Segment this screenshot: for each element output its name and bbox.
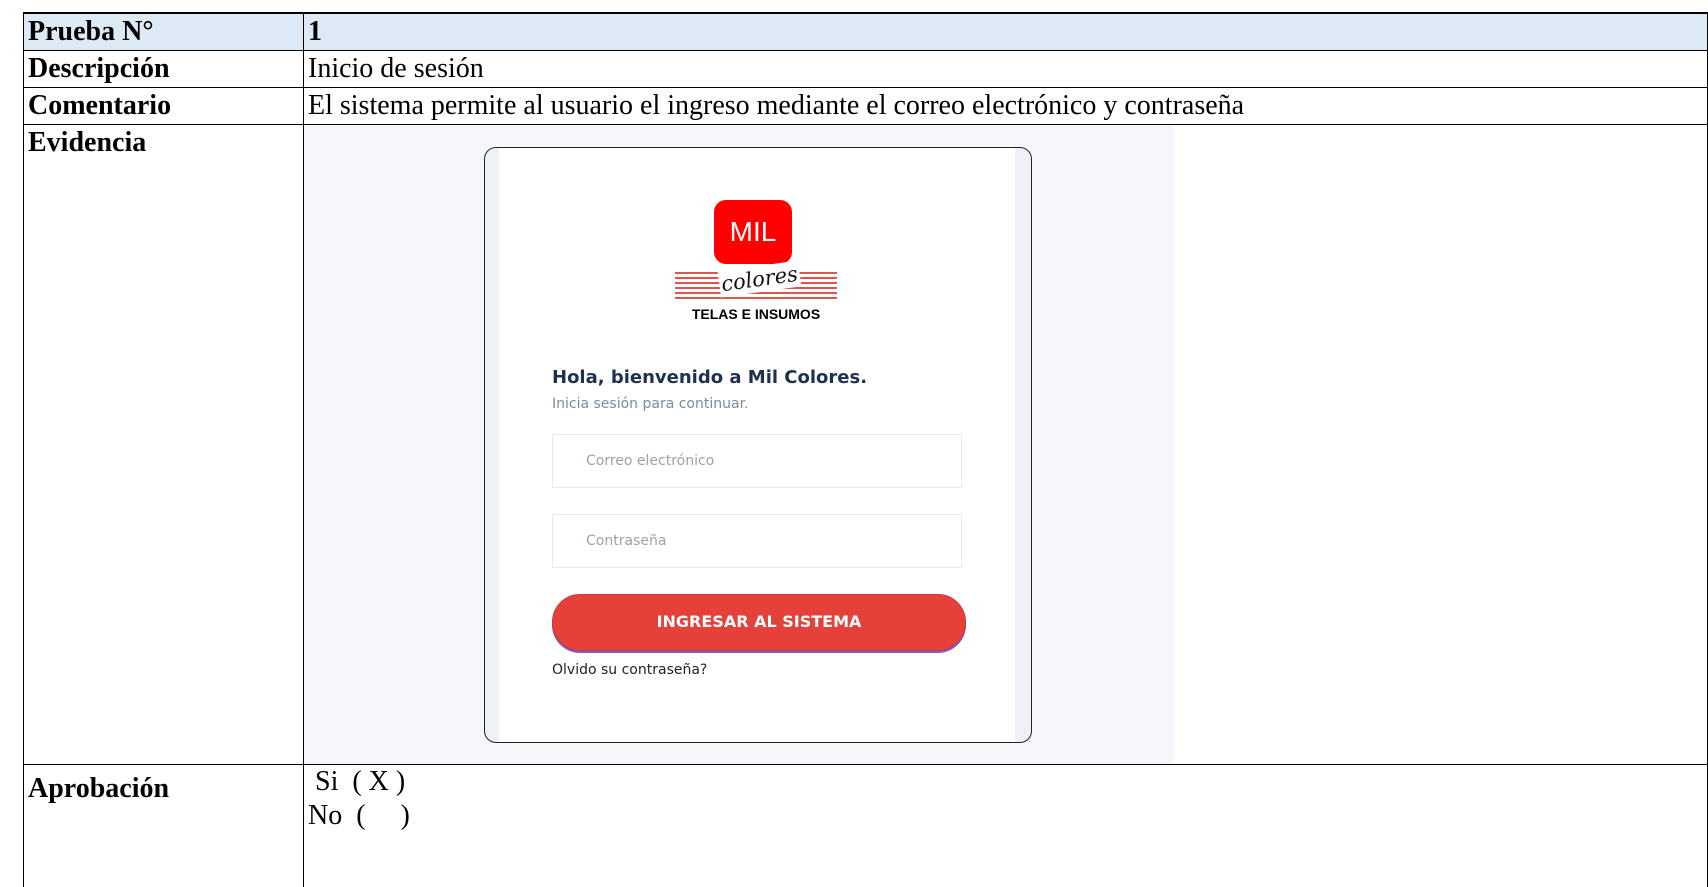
comment-label: Comentario: [24, 88, 304, 125]
row-approval: Aprobación Si ( X ) No ( ): [24, 765, 1708, 887]
test-number-label: Prueba N°: [24, 13, 304, 51]
evidence-cell: MIL colores TELAS E INSUMOS Hola, bienve…: [304, 125, 1708, 765]
evidence-screenshot: MIL colores TELAS E INSUMOS Hola, bienve…: [304, 125, 1174, 764]
login-card: MIL colores TELAS E INSUMOS Hola, bienve…: [484, 147, 1032, 743]
evidence-label: Evidencia: [24, 125, 304, 765]
welcome-heading: Hola, bienvenido a Mil Colores.: [552, 367, 867, 388]
welcome-subtitle: Inicia sesión para continuar.: [552, 396, 749, 412]
forgot-password-link[interactable]: Olvido su contraseña?: [552, 662, 707, 678]
login-panel: MIL colores TELAS E INSUMOS Hola, bienve…: [499, 148, 1015, 742]
test-number-value: 1: [304, 13, 1708, 51]
approval-option-si: Si ( X ): [308, 765, 1707, 799]
logo-tagline: TELAS E INSUMOS: [675, 306, 837, 322]
approval-label: Aprobación: [24, 765, 304, 887]
row-test-number: Prueba N° 1: [24, 13, 1708, 51]
test-case-table: Prueba N° 1 Descripción Inicio de sesión…: [23, 12, 1708, 887]
row-description: Descripción Inicio de sesión: [24, 51, 1708, 88]
password-field[interactable]: [552, 514, 962, 568]
row-evidence: Evidencia MIL colores TELAS E INSUMOS: [24, 125, 1708, 765]
approval-option-no: No ( ): [308, 799, 1707, 833]
email-field[interactable]: [552, 434, 962, 488]
row-comment: Comentario El sistema permite al usuario…: [24, 88, 1708, 125]
mil-colores-logo: MIL colores TELAS E INSUMOS: [675, 200, 837, 320]
description-value: Inicio de sesión: [304, 51, 1708, 88]
login-button[interactable]: INGRESAR AL SISTEMA: [552, 594, 966, 651]
logo-mil-badge: MIL: [714, 200, 792, 264]
description-label: Descripción: [24, 51, 304, 88]
comment-value: El sistema permite al usuario el ingreso…: [304, 88, 1708, 125]
approval-value: Si ( X ) No ( ): [304, 765, 1708, 887]
